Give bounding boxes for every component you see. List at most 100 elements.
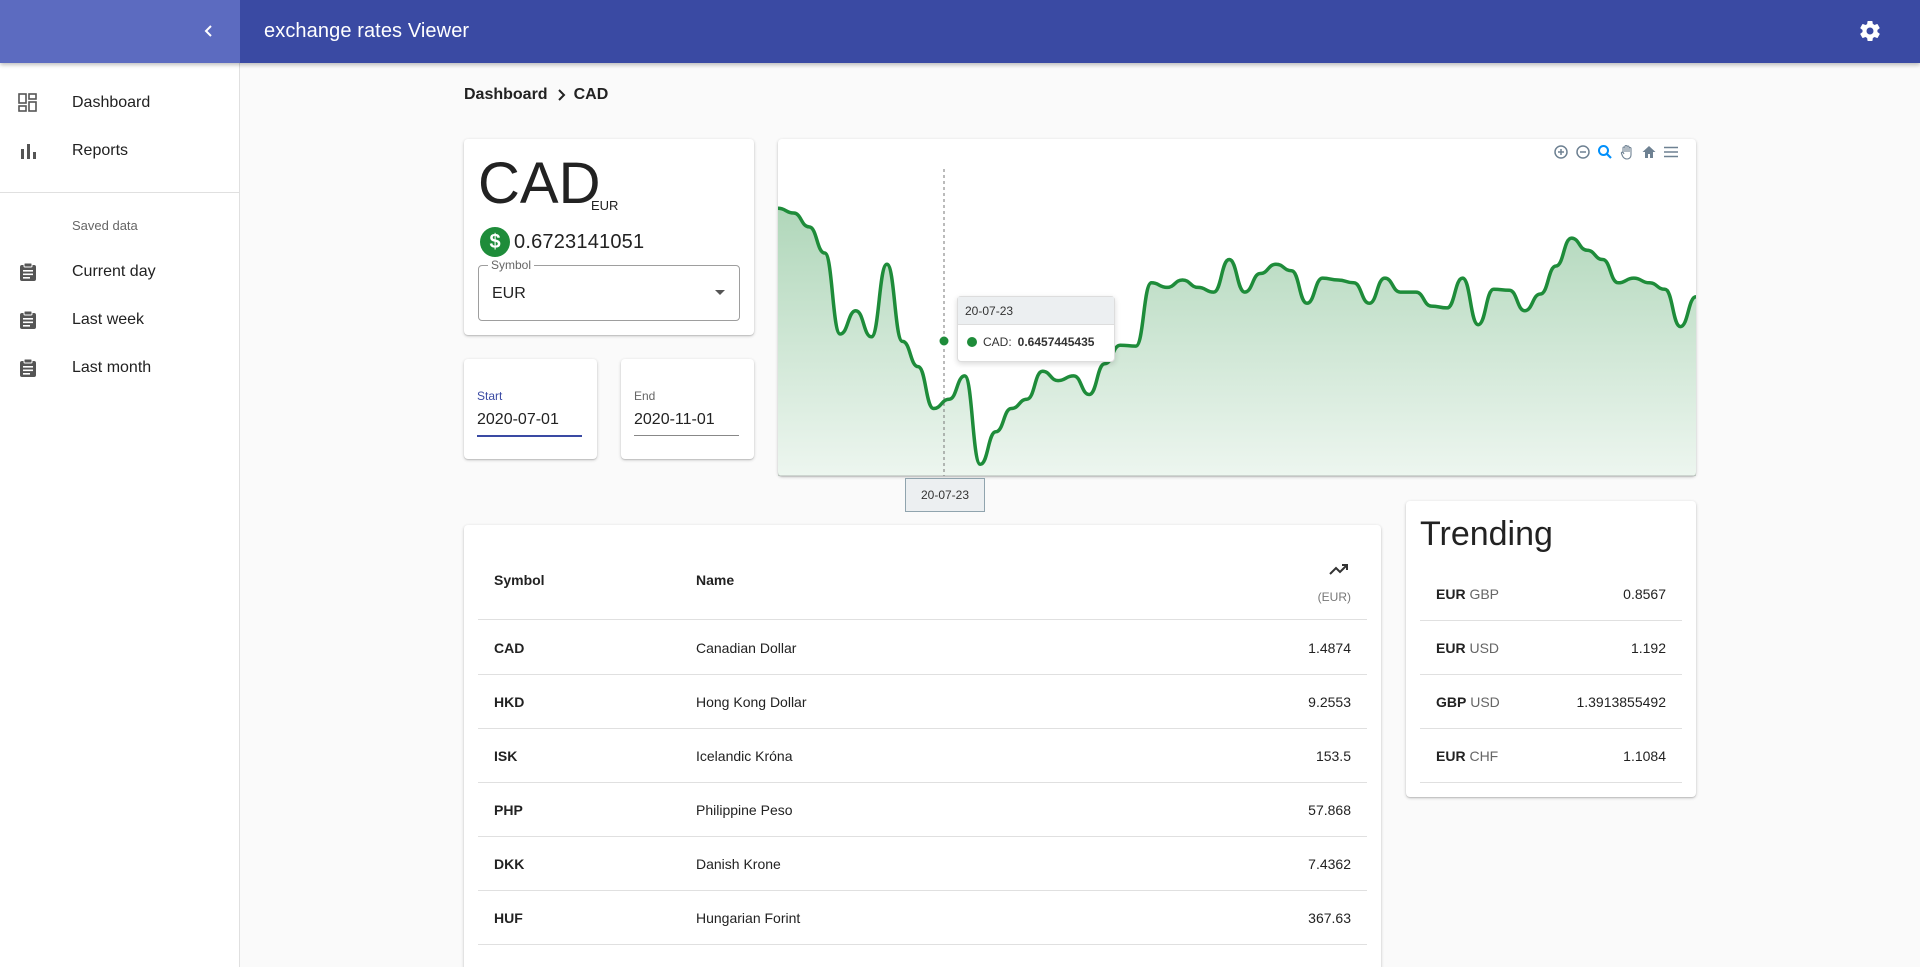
start-date-card: Start 2020-07-01 bbox=[464, 359, 597, 459]
sidebar-item-current-day[interactable]: Current day bbox=[0, 248, 240, 296]
row-name: Icelandic Króna bbox=[696, 748, 793, 764]
tooltip-value: 0.6457445435 bbox=[1017, 335, 1095, 349]
table-row[interactable]: DKK Danish Krone 7.4362 bbox=[478, 837, 1367, 891]
pair-base: EUR bbox=[1436, 748, 1466, 764]
row-symbol: DKK bbox=[494, 856, 525, 872]
pair-base: EUR bbox=[1436, 640, 1466, 656]
trending-pair: EUR GBP bbox=[1436, 586, 1499, 602]
trending-title: Trending bbox=[1420, 515, 1553, 553]
table-row[interactable]: CAD Canadian Dollar 1.4874 bbox=[478, 621, 1367, 675]
row-name: Canadian Dollar bbox=[696, 640, 797, 656]
col-unit: (EUR) bbox=[1317, 590, 1351, 604]
row-symbol: PHP bbox=[494, 802, 523, 818]
end-date-input[interactable]: 2020-11-01 bbox=[634, 411, 739, 436]
chevron-left-icon bbox=[204, 25, 212, 37]
chart-tooltip: 20-07-23 CAD: 0.6457445435 bbox=[957, 296, 1115, 362]
symbol-select-label: Symbol bbox=[488, 258, 535, 272]
highlight-point bbox=[938, 335, 950, 347]
bar-chart-icon bbox=[21, 144, 36, 159]
table-row[interactable]: HUF Hungarian Forint 367.63 bbox=[478, 891, 1367, 945]
pan-button[interactable] bbox=[1618, 143, 1636, 161]
app-title: exchange rates Viewer bbox=[264, 20, 470, 42]
trending-rate: 1.1084 bbox=[1623, 748, 1666, 764]
pair-quote: GBP bbox=[1469, 586, 1500, 602]
clipboard-icon bbox=[20, 358, 36, 377]
symbol-select[interactable]: Symbol EUR bbox=[478, 258, 740, 321]
chevron-right-icon bbox=[557, 89, 565, 101]
rates-table: Symbol Name (EUR) CAD Canadian Dollar 1.48… bbox=[464, 525, 1381, 967]
table-row[interactable]: PHP Philippine Peso 57.868 bbox=[478, 783, 1367, 837]
hand-icon bbox=[1620, 144, 1632, 160]
start-date-input[interactable]: 2020-07-01 bbox=[477, 411, 582, 437]
sidebar-item-label: Last month bbox=[72, 359, 152, 376]
end-date-card: End 2020-11-01 bbox=[621, 359, 754, 459]
trending-row[interactable]: EUR USD 1.192 bbox=[1420, 621, 1682, 675]
sidebar-item-last-month[interactable]: Last month bbox=[0, 344, 240, 392]
trending-up-icon bbox=[1329, 564, 1348, 575]
clipboard-icon bbox=[20, 262, 36, 281]
row-value: 1.4874 bbox=[1308, 640, 1351, 656]
sidebar-item-label: Dashboard bbox=[72, 94, 151, 111]
dashboard-icon bbox=[18, 93, 37, 112]
row-value: 153.5 bbox=[1315, 748, 1351, 764]
row-value: 367.63 bbox=[1308, 910, 1351, 926]
breadcrumb-current: CAD bbox=[573, 86, 609, 103]
pair-quote: USD bbox=[1469, 640, 1500, 656]
trending-card: Trending EUR GBP 0.8567 EUR USD 1.192 GBP US… bbox=[1406, 501, 1696, 797]
x-axis-crosshair-label: 20-07-23 bbox=[905, 478, 985, 512]
selection-zoom-button[interactable] bbox=[1596, 143, 1614, 161]
trending-row[interactable]: EUR GBP 0.8567 bbox=[1420, 567, 1682, 621]
row-name: Danish Krone bbox=[696, 856, 781, 872]
trending-pair: EUR CHF bbox=[1436, 748, 1498, 764]
clipboard-icon bbox=[20, 310, 36, 329]
sidebar-item-last-week[interactable]: Last week bbox=[0, 296, 240, 344]
row-value: 7.4362 bbox=[1308, 856, 1351, 872]
zoom-in-button[interactable] bbox=[1552, 143, 1570, 161]
settings-button[interactable] bbox=[1858, 19, 1884, 45]
trending-row[interactable]: GBP USD 1.3913855492 bbox=[1420, 675, 1682, 729]
row-symbol: CAD bbox=[494, 640, 525, 656]
table-row[interactable]: HKD Hong Kong Dollar 9.2553 bbox=[478, 675, 1367, 729]
base-currency: EUR bbox=[591, 198, 619, 213]
col-name-header[interactable]: Name bbox=[696, 572, 734, 588]
currency-value: 0.6723141051 bbox=[514, 230, 645, 253]
app-bar: exchange rates Viewer bbox=[0, 0, 1920, 63]
trending-rate: 1.192 bbox=[1630, 640, 1666, 656]
sidebar-divider bbox=[0, 192, 240, 193]
col-symbol-header[interactable]: Symbol bbox=[494, 572, 545, 588]
reset-zoom-button[interactable] bbox=[1640, 143, 1658, 161]
currency-code: CAD bbox=[478, 151, 601, 216]
menu-icon bbox=[1664, 146, 1678, 158]
sidebar-item-label: Reports bbox=[72, 142, 129, 159]
breadcrumb-dashboard-link[interactable]: Dashboard bbox=[464, 86, 548, 104]
tooltip-body: CAD: 0.6457445435 bbox=[958, 325, 1114, 359]
zoom-out-icon bbox=[1576, 145, 1590, 159]
trending-pair: GBP USD bbox=[1436, 694, 1500, 710]
collapse-drawer-button[interactable] bbox=[196, 18, 222, 44]
pair-base: GBP bbox=[1436, 694, 1467, 710]
table-row[interactable]: ISK Icelandic Króna 153.5 bbox=[478, 729, 1367, 783]
series-marker bbox=[967, 337, 977, 347]
sidebar-item-reports[interactable]: Reports bbox=[0, 127, 240, 175]
rate-chart: 20-07-23 CAD: 0.6457445435 20-07-23 bbox=[778, 139, 1696, 512]
sidebar-item-label: Last week bbox=[72, 311, 145, 328]
series-area bbox=[778, 208, 1696, 476]
chart-menu-button[interactable] bbox=[1662, 143, 1680, 161]
pair-base: EUR bbox=[1436, 586, 1466, 602]
row-symbol: HKD bbox=[494, 694, 525, 710]
home-icon bbox=[1642, 146, 1656, 158]
row-value: 9.2553 bbox=[1308, 694, 1351, 710]
trending-pair: EUR USD bbox=[1436, 640, 1499, 656]
currency-value-row: $ 0.6723141051 bbox=[480, 227, 644, 257]
tooltip-series-name: CAD: bbox=[983, 335, 1012, 349]
breadcrumb: Dashboard CAD bbox=[464, 86, 608, 104]
chart-toolbar bbox=[1552, 143, 1680, 161]
trending-row[interactable]: EUR CHF 1.1084 bbox=[1420, 729, 1682, 783]
sidebar-item-dashboard[interactable]: Dashboard bbox=[0, 79, 240, 127]
sidebar: Dashboard Reports Saved data Current day… bbox=[0, 63, 240, 967]
symbol-select-value: EUR bbox=[492, 285, 526, 302]
row-value: 57.868 bbox=[1308, 802, 1351, 818]
saved-data-header: Saved data bbox=[72, 218, 138, 233]
zoom-in-icon bbox=[1554, 145, 1568, 159]
zoom-out-button[interactable] bbox=[1574, 143, 1592, 161]
